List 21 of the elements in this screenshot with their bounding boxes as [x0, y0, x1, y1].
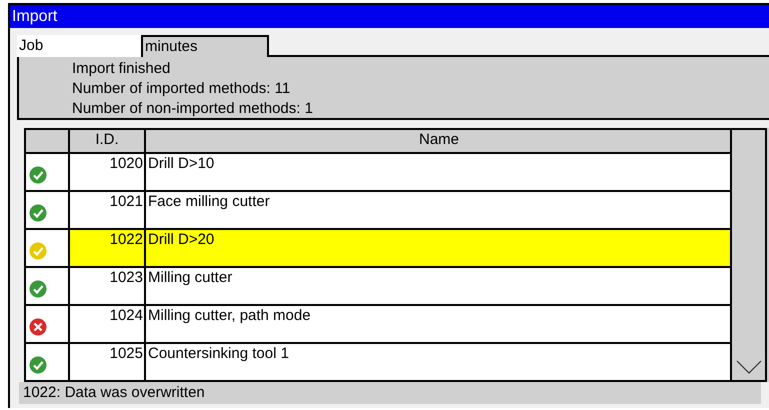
table-cell: 1025	[70, 344, 146, 380]
scrollbar[interactable]	[730, 128, 767, 382]
table-cell: Drill D>20	[146, 230, 730, 266]
table-cell: Milling cutter	[146, 268, 730, 304]
table-cell: 1020	[70, 154, 146, 190]
table-cell: Milling cutter, path mode	[146, 306, 730, 342]
table-cell: 1021	[70, 192, 146, 228]
table-cell: 1023	[70, 268, 146, 304]
summary-text: Import finished	[72, 59, 172, 79]
table-cell: 1022	[70, 230, 146, 266]
summary-text: Number of non-imported methods: 1	[72, 99, 314, 119]
status-text: 1022: Data was overwritten	[19, 382, 761, 404]
table-cell: Drill D>10	[146, 154, 730, 190]
table-cell: Countersinking tool 1	[146, 344, 730, 380]
summary-text: Number of imported methods: 11	[72, 79, 292, 99]
table-cell: Face milling cutter	[146, 192, 730, 228]
window-title: Import	[10, 5, 769, 28]
chevron-down-icon[interactable]	[736, 360, 762, 374]
tab[interactable]: minutes	[141, 35, 269, 57]
table-cell: 1024	[70, 306, 146, 342]
tab[interactable]: Job	[17, 35, 141, 57]
